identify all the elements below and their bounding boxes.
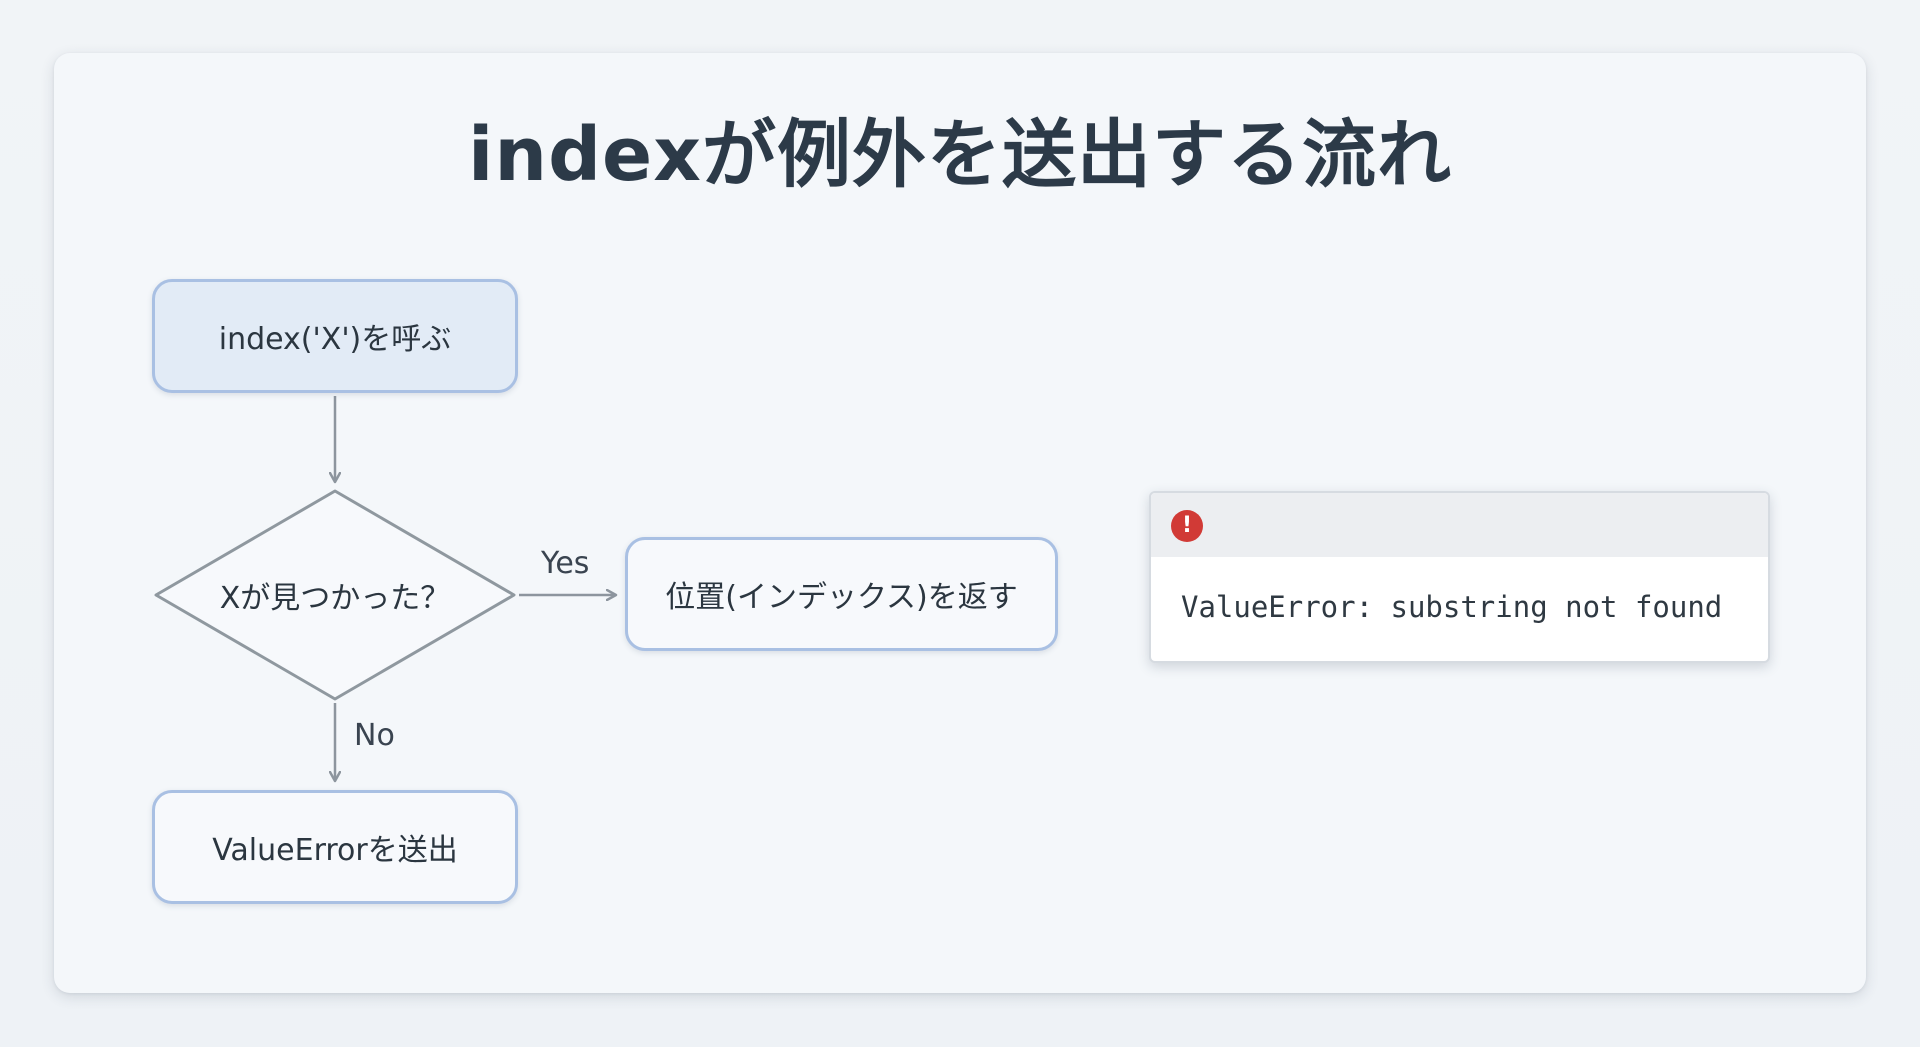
error-message: ValueError: substring not found <box>1181 590 1723 624</box>
error-output-panel: ! ValueError: substring not found <box>1149 491 1770 663</box>
edge-label-yes: Yes <box>541 546 590 581</box>
error-exclamation-icon: ! <box>1171 510 1203 542</box>
error-panel-header: ! <box>1151 493 1768 557</box>
page: indexが例外を送出する流れ index('X')を呼ぶ Xが見つかった？ Y… <box>0 0 1920 1047</box>
flow-node-raise-error: ValueErrorを送出 <box>152 790 518 904</box>
flow-node-return-index: 位置(インデックス)を返す <box>625 537 1058 651</box>
flow-decision-label: Xが見つかった？ <box>219 581 451 616</box>
edge-label-no: No <box>354 718 395 753</box>
flow-node-start: index('X')を呼ぶ <box>152 279 518 393</box>
